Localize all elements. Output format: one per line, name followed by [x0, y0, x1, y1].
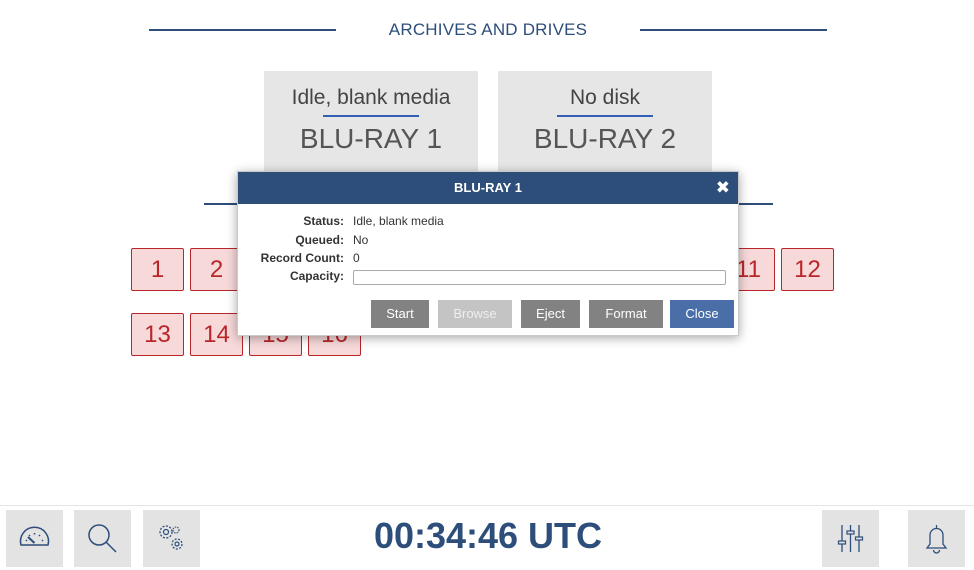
drive-underline — [557, 115, 653, 117]
dialog-titlebar: BLU-RAY 1 ✖ — [238, 172, 738, 204]
record-count-value-row: 0 — [238, 250, 738, 266]
section-title: ARCHIVES AND DRIVES — [388, 20, 588, 39]
drive-status: Idle, blank media — [291, 86, 451, 109]
slot-1[interactable]: 1 — [131, 248, 184, 291]
eject-button[interactable]: Eject — [521, 300, 580, 328]
queued-value-row: No — [238, 232, 738, 248]
archive-divider-right — [735, 203, 773, 205]
status-value-row: Idle, blank media — [238, 213, 738, 229]
dashboard-button[interactable] — [6, 510, 63, 567]
capacity-row: Capacity: — [238, 268, 344, 284]
drive-name: BLU-RAY 2 — [533, 123, 677, 154]
close-icon[interactable]: ✖ — [716, 172, 730, 204]
drive-card-bluray-2[interactable]: No disk BLU-RAY 2 — [498, 71, 712, 181]
queued-value: No — [353, 233, 369, 247]
bell-icon — [925, 525, 948, 554]
section-header: ARCHIVES AND DRIVES — [0, 18, 974, 44]
bottom-separator — [0, 505, 974, 506]
search-button[interactable] — [74, 510, 131, 567]
gears-icon — [159, 525, 183, 550]
browse-button[interactable]: Browse — [438, 300, 512, 328]
start-button[interactable]: Start — [371, 300, 429, 328]
record-count-value: 0 — [353, 251, 360, 265]
slot-13[interactable]: 13 — [131, 313, 184, 356]
notifications-button[interactable] — [908, 510, 965, 567]
utc-clock: 00:34:46 UTC — [373, 515, 603, 556]
gauge-icon — [19, 526, 50, 546]
search-icon — [88, 524, 117, 553]
dialog-title: BLU-RAY 1 — [454, 180, 522, 195]
header-divider-right — [640, 29, 827, 31]
settings-button[interactable] — [143, 510, 200, 567]
drive-underline — [323, 115, 419, 117]
header-divider-left — [149, 29, 336, 31]
capacity-progress-bar — [353, 270, 726, 285]
drive-status: No disk — [569, 86, 641, 109]
slot-14[interactable]: 14 — [190, 313, 243, 356]
capacity-label: Capacity: — [289, 269, 344, 283]
format-button[interactable]: Format — [589, 300, 663, 328]
close-button[interactable]: Close — [670, 300, 734, 328]
mixer-button[interactable] — [822, 510, 879, 567]
drive-name: BLU-RAY 1 — [299, 123, 443, 154]
sliders-icon — [837, 525, 864, 552]
status-value: Idle, blank media — [353, 214, 444, 228]
drive-dialog: BLU-RAY 1 ✖ Status: Idle, blank media Qu… — [237, 171, 739, 336]
drive-card-bluray-1[interactable]: Idle, blank media BLU-RAY 1 — [264, 71, 478, 181]
slot-12[interactable]: 12 — [781, 248, 834, 291]
